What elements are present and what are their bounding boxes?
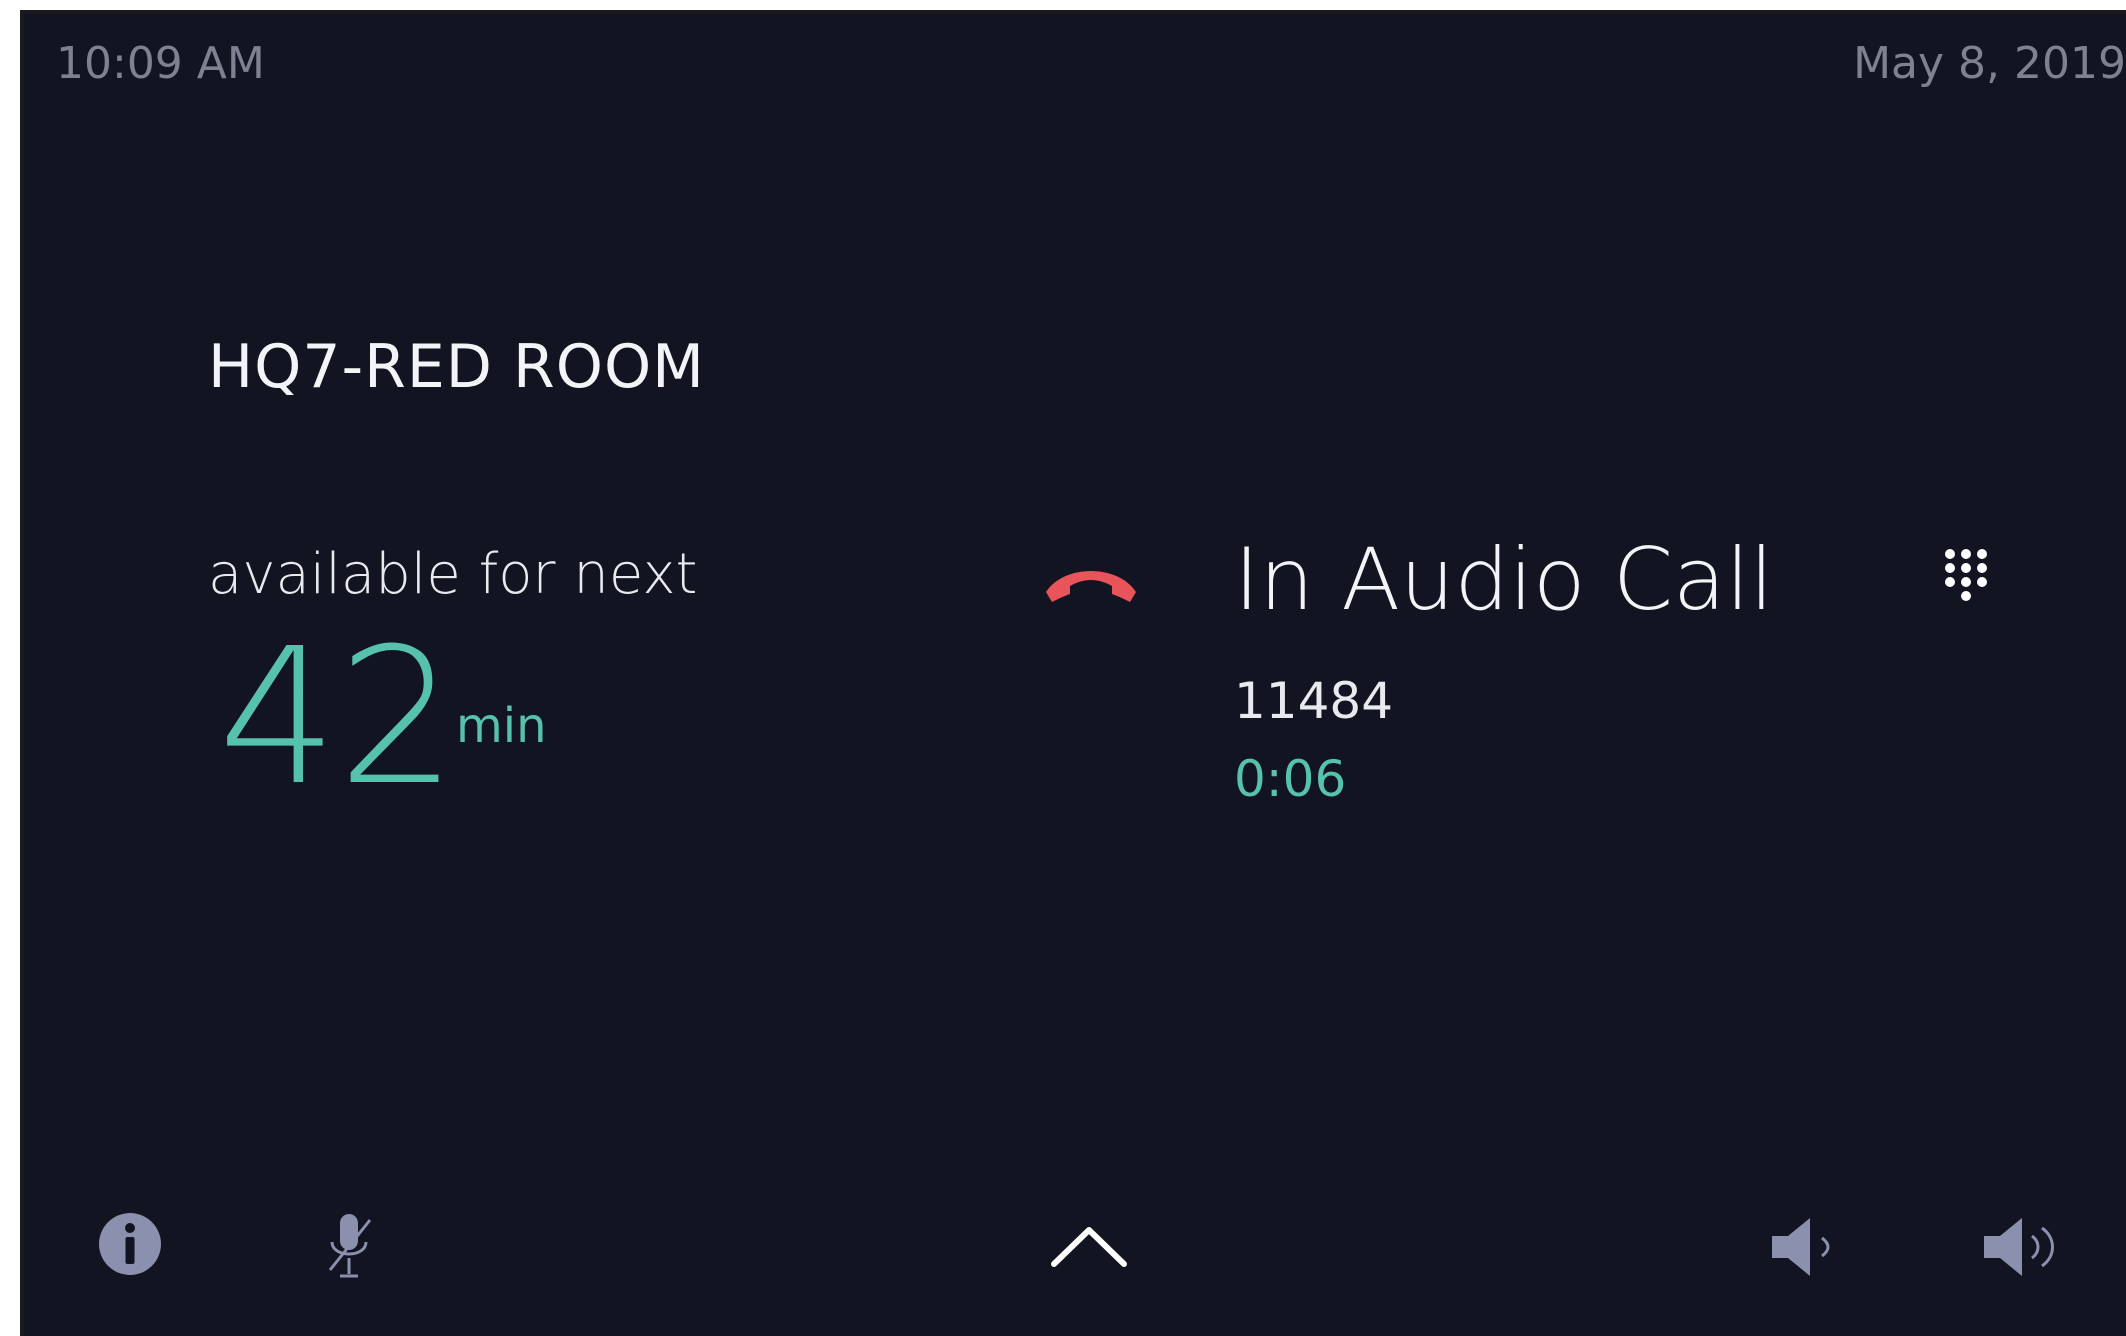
availability-label: available for next [208, 542, 698, 607]
touch-panel-screen: 10:09 AM May 8, 2019 HQ7-RED ROOM availa… [24, 14, 2126, 1336]
dialpad-button[interactable] [1940, 544, 2000, 614]
clock-date: May 8, 2019 [1853, 38, 2126, 89]
call-number: 11484 [1234, 672, 1394, 730]
volume-down-button[interactable] [1768, 1214, 1844, 1280]
call-duration: 0:06 [1234, 750, 1347, 808]
volume-up-button[interactable] [1980, 1214, 2072, 1280]
call-status: In Audio Call [1234, 530, 1774, 630]
dialpad-icon [1945, 549, 1987, 601]
volume-up-icon [1984, 1218, 2054, 1276]
screenshot: 10:09 AM May 8, 2019 HQ7-RED ROOM availa… [0, 0, 2126, 1336]
info-button[interactable] [96, 1210, 164, 1278]
availability-minutes: 42 [218, 608, 458, 827]
microphone-mute-button[interactable] [320, 1210, 380, 1284]
microphone-muted-icon [328, 1214, 372, 1278]
chevron-up-icon [1051, 1227, 1127, 1267]
clock-time: 10:09 AM [56, 38, 265, 89]
info-icon [99, 1213, 161, 1275]
volume-down-icon [1772, 1218, 1830, 1276]
hang-up-button[interactable] [1038, 550, 1144, 620]
room-name: HQ7-RED ROOM [208, 332, 705, 402]
expand-up-button[interactable] [1048, 1220, 1130, 1272]
availability-unit: min [456, 698, 547, 754]
hang-up-phone-icon [1046, 571, 1136, 602]
